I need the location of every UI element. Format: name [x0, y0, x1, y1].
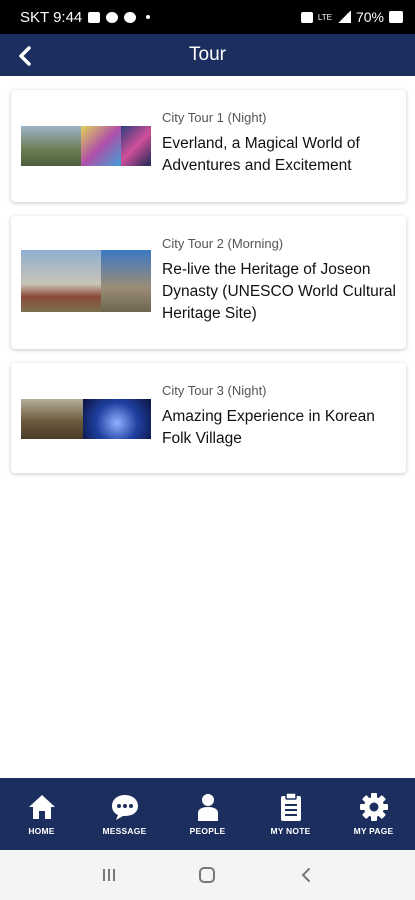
page-title: Tour: [189, 44, 226, 65]
tour-subtitle: City Tour 1 (Night): [162, 110, 267, 125]
home-square-icon: [199, 867, 216, 883]
chevron-left-icon: [301, 868, 310, 882]
tour-card-text: City Tour 1 (Night) Everland, a Magical …: [162, 110, 398, 177]
tour-thumbnail: [21, 250, 151, 312]
bottom-nav: HOME MESSAGE PEOPLE MY NOTE MY PAGE: [0, 778, 415, 850]
recent-apps-button[interactable]: [89, 860, 129, 890]
tour-title: Everland, a Magical World of Adventures …: [162, 135, 360, 174]
nav-home[interactable]: HOME: [0, 778, 83, 850]
tour-title: Amazing Experience in Korean Folk Villag…: [162, 408, 375, 447]
tour-list: City Tour 1 (Night) Everland, a Magical …: [0, 76, 415, 778]
nav-label: HOME: [28, 826, 55, 836]
recent-apps-icon: [103, 869, 116, 881]
tour-card-text: City Tour 2 (Morning) Re-live the Herita…: [162, 236, 398, 325]
app-header: Tour: [0, 34, 415, 76]
nav-label: PEOPLE: [189, 826, 226, 836]
nav-label: MESSAGE: [102, 826, 147, 836]
tour-title: Re-live the Heritage of Joseon Dynasty (…: [162, 261, 396, 322]
nav-message[interactable]: MESSAGE: [83, 778, 166, 850]
gear-icon: [359, 792, 389, 822]
tour-subtitle: City Tour 2 (Morning): [162, 236, 284, 251]
tour-thumbnail: [21, 399, 151, 439]
home-icon: [27, 792, 57, 822]
person-icon: [193, 792, 223, 822]
tour-card-1[interactable]: City Tour 1 (Night) Everland, a Magical …: [11, 90, 406, 202]
home-system-button[interactable]: [187, 860, 227, 890]
mute-icon: [300, 11, 313, 23]
tour-card-3[interactable]: City Tour 3 (Night) Amazing Experience i…: [11, 363, 406, 473]
nav-label: MY NOTE: [270, 826, 311, 836]
nav-label: MY PAGE: [353, 826, 394, 836]
tour-thumbnail: [21, 126, 151, 166]
tour-subtitle: City Tour 3 (Night): [162, 383, 267, 398]
message-icon: [110, 792, 140, 822]
gallery-icon: [88, 11, 101, 23]
lte-indicator: LTE: [317, 12, 332, 22]
back-arrow-icon: [19, 46, 31, 66]
chat-icon: [106, 11, 119, 23]
status-bar: SKT 9:44 LTE 70%: [0, 0, 415, 34]
signal-icon: [336, 11, 351, 23]
battery-icon: [389, 11, 403, 23]
more-notifications-icon: [146, 15, 151, 19]
tour-card-2[interactable]: City Tour 2 (Morning) Re-live the Herita…: [11, 216, 406, 349]
carrier-time: SKT 9:44: [20, 8, 83, 26]
status-left: SKT 9:44: [20, 8, 151, 26]
nav-people[interactable]: PEOPLE: [166, 778, 249, 850]
nav-my-page[interactable]: MY PAGE: [332, 778, 415, 850]
back-button[interactable]: [12, 42, 40, 70]
battery-percent: 70%: [355, 9, 384, 25]
messenger-icon: [124, 11, 137, 23]
nav-my-note[interactable]: MY NOTE: [249, 778, 332, 850]
note-icon: [276, 792, 306, 822]
system-nav-bar: [0, 850, 415, 900]
status-right: LTE 70%: [300, 9, 403, 25]
tour-card-text: City Tour 3 (Night) Amazing Experience i…: [162, 383, 398, 450]
back-system-button[interactable]: [286, 860, 326, 890]
